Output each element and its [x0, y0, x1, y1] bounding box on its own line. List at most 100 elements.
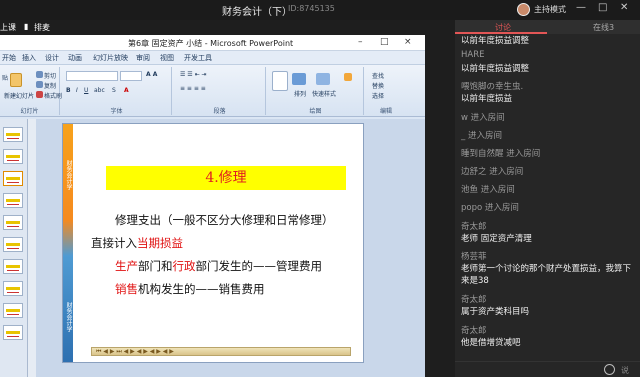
select-button[interactable]: 选择: [372, 91, 384, 100]
slide-thumbnail[interactable]: [3, 281, 23, 296]
line3-highlight-a: 生产: [115, 259, 138, 273]
font-group-label: 字体: [110, 108, 123, 115]
slide-thumbnail-selected[interactable]: [3, 171, 23, 186]
chat-input-bar[interactable]: 说: [455, 361, 640, 377]
underline-icon[interactable]: U: [84, 87, 88, 94]
drawing-group-label: 绘图: [309, 108, 322, 115]
chat-message: 老师 固定资产清理: [461, 234, 532, 244]
menu-home[interactable]: 开始: [2, 53, 16, 63]
ppt-minimize-button[interactable]: –: [358, 37, 363, 47]
line4-text: 机构发生的——销售费用: [138, 282, 265, 296]
minimize-button[interactable]: —: [576, 2, 586, 13]
reset-icon[interactable]: [36, 81, 43, 88]
paste-label[interactable]: 贴: [2, 73, 8, 82]
avatar[interactable]: [517, 3, 530, 16]
delete-icon[interactable]: [36, 91, 43, 98]
grow-font-icon[interactable]: A A: [146, 71, 157, 78]
new-slide-icon[interactable]: [10, 73, 22, 87]
slide-thumbnail[interactable]: [3, 237, 23, 252]
slide-thumbnail[interactable]: [3, 259, 23, 274]
slide-thumbnail[interactable]: [3, 149, 23, 164]
copy-label[interactable]: 复制: [44, 81, 56, 90]
format-painter-label[interactable]: 格式刷: [44, 91, 62, 100]
system-message: w 进入房间: [461, 113, 505, 123]
group-paragraph: ☰ ☰ ⇤ ⇥ ≡ ≡ ≡ ≡ 段落: [174, 67, 266, 115]
group-drawing: 排列 快速样式 绘图: [268, 67, 364, 115]
course-title: 财务会计（下）: [222, 7, 292, 18]
shapes-gallery-icon[interactable]: [272, 71, 288, 91]
menu-view[interactable]: 视图: [160, 53, 174, 63]
app-window: 财务会计（下） ID:8745135 主持模式 — □ ✕ 上课 ▮ 排麦 第6…: [0, 0, 640, 377]
layout-icon[interactable]: [36, 71, 43, 78]
shadow-icon[interactable]: S: [112, 87, 116, 94]
nav-arrows-icon[interactable]: ⏮ ◀ ▶ ⏭ ◀ ▶ ◀ ▶ ◀ ▶ ◀ ▶: [96, 348, 174, 356]
tab-online[interactable]: 在线3: [593, 22, 614, 33]
room-id: ID:8745135: [288, 4, 335, 13]
line2-text: 直接计入: [91, 236, 137, 250]
menu-animation[interactable]: 动画: [68, 53, 82, 63]
slide-thumbnail[interactable]: [3, 325, 23, 340]
queue-icon[interactable]: ▮: [24, 22, 28, 31]
chat-username: 奇太郎: [461, 295, 487, 305]
line3-highlight-c: 行政: [172, 259, 196, 273]
menu-review[interactable]: 审阅: [136, 53, 150, 63]
font-color-icon[interactable]: A: [124, 87, 129, 94]
cut-label[interactable]: 剪切: [44, 71, 56, 80]
bold-icon[interactable]: B: [66, 87, 71, 94]
emoji-icon[interactable]: [604, 364, 615, 375]
edit-group-label: 编辑: [379, 108, 392, 115]
menu-design[interactable]: 设计: [45, 53, 59, 63]
chat-message: 以前年度损益调整: [461, 36, 530, 46]
slide-thumbnail[interactable]: [3, 193, 23, 208]
ppt-close-button[interactable]: ×: [404, 37, 412, 47]
quick-styles-icon[interactable]: [316, 73, 330, 85]
ppt-maximize-button[interactable]: □: [380, 37, 389, 47]
italic-icon[interactable]: I: [76, 87, 78, 94]
menu-slideshow[interactable]: 幻灯片放映: [93, 53, 128, 63]
slide-line-4: 销售机构发生的——销售费用: [115, 281, 265, 297]
arrange-icon[interactable]: [292, 73, 306, 85]
strike-icon[interactable]: abc: [94, 87, 105, 94]
shape-fill-icon[interactable]: [344, 73, 352, 81]
line3-text-b: 部门和: [138, 259, 173, 273]
slide-nav-bar[interactable]: ⏮ ◀ ▶ ⏭ ◀ ▶ ◀ ▶ ◀ ▶ ◀ ▶: [91, 347, 351, 356]
arrange-label[interactable]: 排列: [294, 89, 306, 98]
slide-thumbnail[interactable]: [3, 215, 23, 230]
font-name-select[interactable]: [66, 71, 118, 81]
maximize-button[interactable]: □: [598, 2, 607, 13]
font-size-select[interactable]: [120, 71, 142, 81]
replace-button[interactable]: 替换: [372, 81, 384, 90]
system-message: 边舒之 进入房间: [461, 167, 524, 177]
paragraph-group-label: 段落: [213, 108, 226, 115]
top-bar: 财务会计（下） ID:8745135 主持模式 — □ ✕: [0, 0, 640, 20]
ppt-workspace: 财务会计学 财务会计学 4.修理 修理支出（一般不区分大修理和日常修理） 直接计…: [0, 119, 425, 377]
slide-thumbnail[interactable]: [3, 127, 23, 142]
line2-highlight: 当期损益: [137, 236, 183, 250]
chat-username: 杨芸菲: [461, 252, 487, 262]
thumbnail-scrollbar[interactable]: [28, 119, 36, 377]
menu-developer[interactable]: 开发工具: [184, 53, 212, 63]
tab-mic-queue[interactable]: 排麦: [34, 22, 50, 33]
side-band-text-bottom: 财务会计学: [65, 302, 72, 332]
find-button[interactable]: 查找: [372, 71, 384, 80]
slide-line-2: 直接计入当期损益: [91, 235, 183, 251]
chat-message: 老师第一个讨论的那个财产处置损益，我算下: [461, 264, 632, 274]
tab-class[interactable]: 上课: [0, 22, 16, 33]
chat-input-placeholder[interactable]: 说: [621, 365, 629, 376]
system-message: 睡到自然醒 进入房间: [461, 149, 541, 159]
host-mode-label[interactable]: 主持模式: [534, 4, 566, 15]
align-icons[interactable]: ≡ ≡ ≡ ≡: [180, 85, 206, 92]
panel-tabs: 讨论 在线3: [455, 20, 640, 34]
new-slide-label[interactable]: 新建幻灯片: [4, 91, 34, 100]
menu-insert[interactable]: 插入: [22, 53, 36, 63]
slide-thumbnail[interactable]: [3, 303, 23, 318]
system-message: _ 进入房间: [461, 131, 502, 141]
ppt-titlebar: 第6章 固定资产 小结 - Microsoft PowerPoint – □ ×: [0, 35, 425, 51]
powerpoint-window: 第6章 固定资产 小结 - Microsoft PowerPoint – □ ×…: [0, 35, 425, 377]
ppt-window-title: 第6章 固定资产 小结 - Microsoft PowerPoint: [128, 39, 294, 48]
close-button[interactable]: ✕: [620, 2, 628, 13]
chat-messages[interactable]: 以前年度损益调整 HARE 以前年度损益调整 喂饱脚の幸生虫. 以前年度损益 w…: [461, 34, 639, 364]
bullets-icon[interactable]: ☰ ☰ ⇤ ⇥: [180, 71, 207, 78]
system-message: popo 进入房间: [461, 203, 519, 213]
quick-styles-label[interactable]: 快速样式: [312, 89, 336, 98]
